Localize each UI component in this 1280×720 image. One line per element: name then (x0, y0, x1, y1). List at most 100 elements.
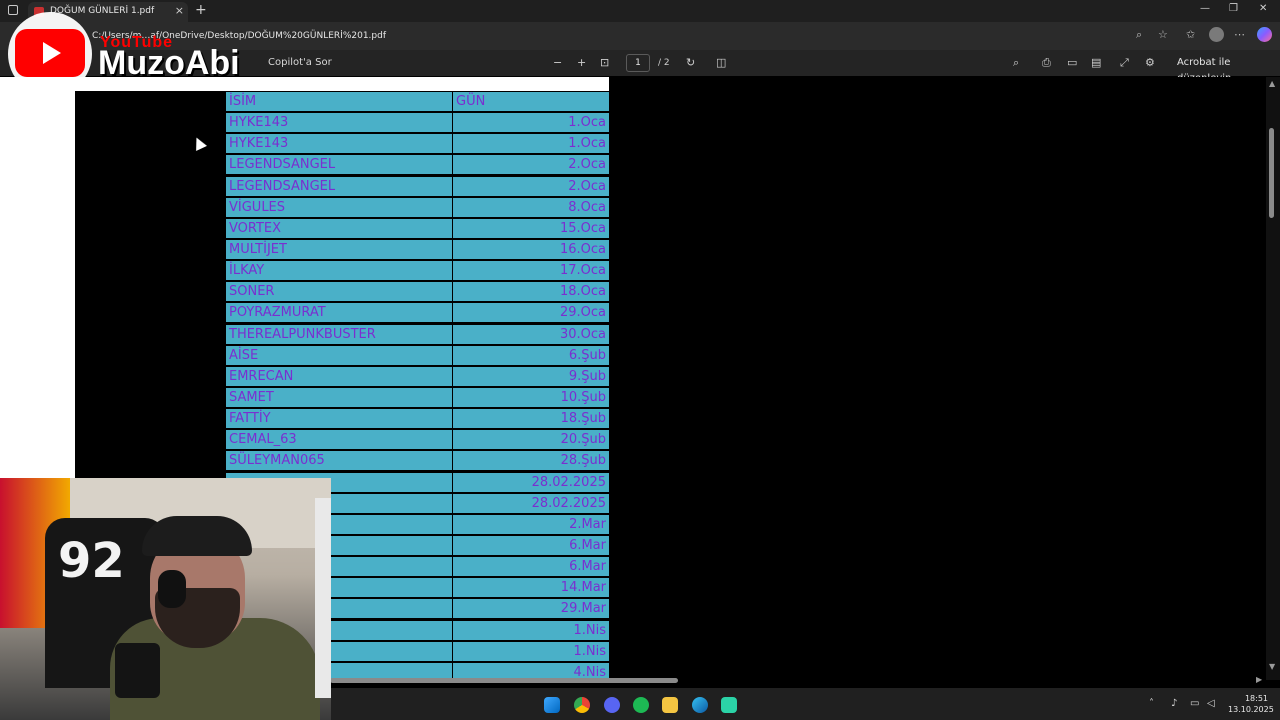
page-margin (0, 77, 75, 481)
scroll-up-arrow-icon[interactable]: ▲ (1269, 79, 1275, 88)
chair-number: 92 (58, 533, 125, 589)
cell-day: 16.Oca (453, 239, 609, 259)
cell-day: 1.Nis (453, 620, 609, 640)
profile-avatar[interactable] (1209, 27, 1224, 42)
windows-start-icon[interactable] (544, 697, 560, 713)
fit-page-icon[interactable]: ⊡ (600, 55, 609, 71)
new-tab-button[interactable]: + (195, 1, 207, 19)
cell-name: VORTEX (226, 218, 452, 238)
scroll-right-arrow-icon[interactable]: ▶ (1256, 675, 1262, 684)
table-row: LEGENDSANGEL 2.Oca (226, 155, 609, 176)
play-icon (43, 42, 61, 64)
clock-date: 13.10.2025 (1228, 705, 1274, 714)
cell-name: HYKE143 (226, 113, 452, 133)
cell-day: 1.Oca (453, 134, 609, 154)
cell-name: HYKE143 (226, 134, 452, 154)
cell-day: 10.Şub (453, 387, 609, 407)
system-clock[interactable]: 18:51 13.10.2025 (1228, 693, 1274, 715)
settings-gear-icon[interactable]: ⚙ (1145, 55, 1155, 71)
taskbar (331, 688, 1280, 720)
cell-name: AİSE (226, 345, 452, 365)
table-row: THEREALPUNKBUSTER 30.Oca (226, 324, 609, 346)
cell-day: 29.Oca (453, 303, 609, 323)
headphone (158, 570, 186, 608)
cell-name: SAMET (226, 387, 452, 407)
edge-icon[interactable] (692, 697, 708, 713)
close-window-button[interactable]: ✕ (1259, 3, 1267, 14)
cell-day: 29.Mar (453, 599, 609, 619)
table-row: SAMET 10.Şub (226, 387, 609, 409)
page-number-input[interactable]: 1 (626, 54, 650, 72)
table-row: LEGENDSANGEL 2.Oca (226, 176, 609, 198)
network-icon[interactable]: ▭ (1190, 697, 1199, 711)
cell-name: İLKAY (226, 261, 452, 281)
file-explorer-icon[interactable] (662, 697, 678, 713)
cell-name: VİGULES (226, 197, 452, 217)
cell-day: 14.Mar (453, 578, 609, 598)
save-as-icon[interactable]: ▤ (1091, 55, 1101, 71)
table-row: İLKAY 17.Oca (226, 261, 609, 282)
cell-day: 2.Oca (453, 155, 609, 175)
table-row: HYKE143 1.Oca (226, 134, 609, 155)
ring-light (315, 498, 331, 698)
zoom-in-button[interactable]: + (577, 55, 586, 71)
table-row: VİGULES 8.Oca (226, 197, 609, 219)
scroll-down-arrow-icon[interactable]: ▼ (1269, 662, 1275, 671)
table-row: EMRECAN 9.Şub (226, 366, 609, 388)
cell-day: 28.02.2025 (453, 493, 609, 513)
cell-day: 17.Oca (453, 261, 609, 281)
spotify-icon[interactable] (633, 697, 649, 713)
cell-day: 18.Şub (453, 409, 609, 429)
maximize-button[interactable]: ❐ (1229, 3, 1238, 14)
chrome-icon[interactable] (574, 697, 590, 713)
tray-chevron-icon[interactable]: ˄ (1149, 697, 1154, 711)
table-row: POYRAZMURAT 29.Oca (226, 303, 609, 324)
tab-strip: DOĞUM GÜNLERİ 1.pdf × + — ❐ ✕ (0, 0, 1280, 22)
fullscreen-icon[interactable]: ⤢ (1120, 55, 1129, 71)
cell-name: SONER (226, 282, 452, 302)
rotate-icon[interactable]: ↻ (686, 55, 695, 71)
cell-day: 20.Şub (453, 430, 609, 450)
app-icon[interactable] (721, 697, 737, 713)
clock-time: 18:51 (1244, 694, 1268, 703)
cell-day: 9.Şub (453, 366, 609, 386)
tab-close-icon[interactable]: × (175, 2, 184, 20)
cell-day: 2.Mar (453, 514, 609, 534)
ask-copilot-button[interactable]: Copilot'a Sor (268, 55, 332, 71)
search-icon[interactable]: ⌕ (1013, 55, 1019, 71)
favorite-star-icon[interactable]: ☆ (1158, 29, 1168, 41)
tab-actions-icon[interactable] (8, 5, 18, 15)
cell-day: 1.Oca (453, 113, 609, 133)
more-menu-icon[interactable]: ⋯ (1234, 29, 1245, 41)
cell-name: CEMAL_63 (226, 430, 452, 450)
zoom-out-button[interactable]: − (553, 55, 562, 71)
favorites-icon[interactable]: ✩ (1186, 29, 1195, 41)
horizontal-scroll-thumb[interactable] (330, 678, 678, 683)
print-icon[interactable]: ⎙ (1042, 55, 1051, 71)
zoom-icon[interactable]: ⌕ (1136, 29, 1142, 41)
cell-day: 2.Oca (453, 176, 609, 196)
cell-day: 8.Oca (453, 197, 609, 217)
table-row: SONER 18.Oca (226, 282, 609, 303)
table-row: MULTİJET 16.Oca (226, 239, 609, 261)
microphone-icon[interactable]: ♪ (1171, 697, 1177, 711)
vertical-scroll-thumb[interactable] (1269, 128, 1274, 218)
page-view-icon[interactable]: ◫ (716, 55, 726, 71)
cell-name: THEREALPUNKBUSTER (226, 324, 452, 344)
header-name: İSİM (226, 92, 452, 111)
table-row: AİSE 6.Şub (226, 345, 609, 367)
table-row: VORTEX 15.Oca (226, 218, 609, 240)
discord-icon[interactable] (604, 697, 620, 713)
cell-day: 28.Şub (453, 451, 609, 471)
cell-day: 6.Şub (453, 345, 609, 365)
volume-icon[interactable]: ◁ (1207, 697, 1215, 711)
cell-day: 15.Oca (453, 218, 609, 238)
table-row: SÜLEYMAN065 28.Şub (226, 451, 609, 472)
cell-name: FATTİY (226, 409, 452, 429)
save-icon[interactable]: ▭ (1067, 55, 1077, 71)
cell-day: 18.Oca (453, 282, 609, 302)
cell-day: 6.Mar (453, 535, 609, 555)
minimize-button[interactable]: — (1200, 3, 1210, 14)
header-day: GÜN (453, 92, 609, 111)
copilot-icon[interactable] (1257, 27, 1272, 42)
